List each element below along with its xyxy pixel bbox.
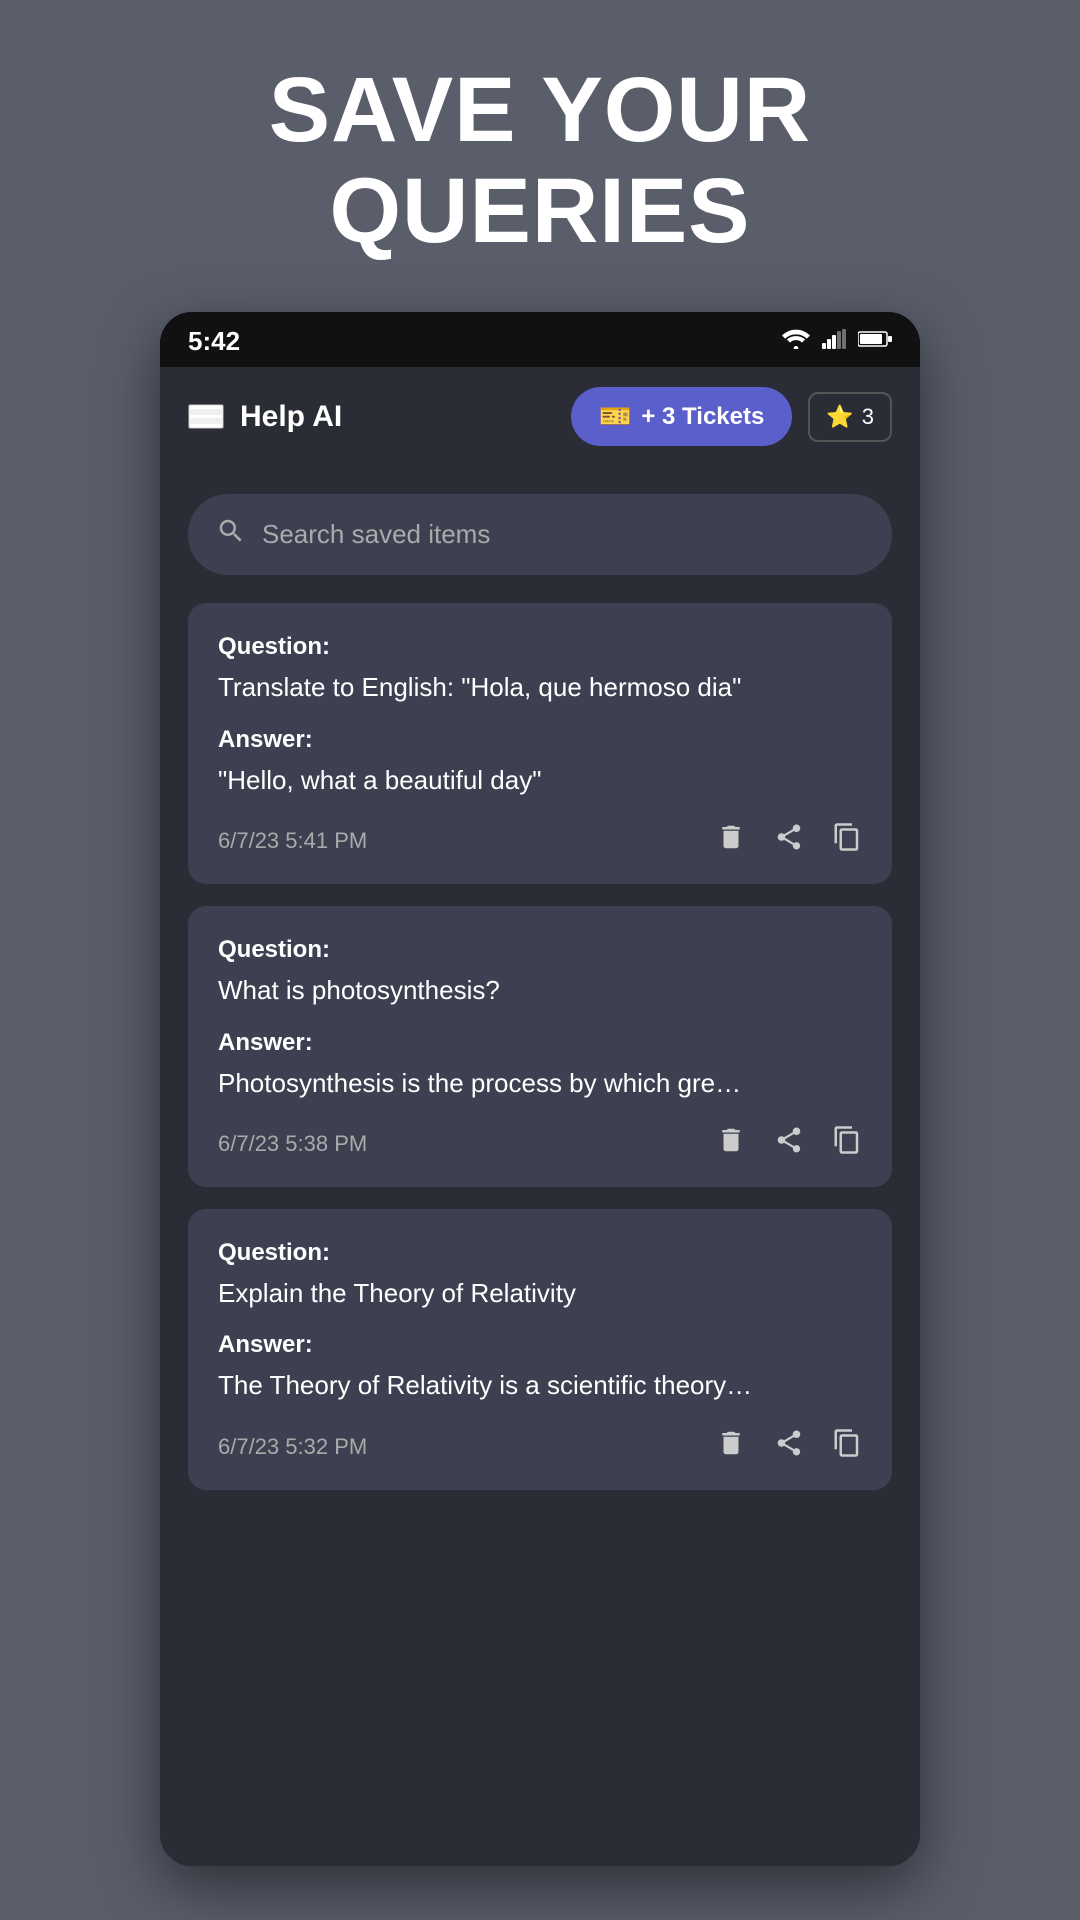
signal-icon bbox=[820, 329, 848, 354]
saved-item-card: Question: Explain the Theory of Relativi… bbox=[188, 1209, 892, 1490]
question-label: Question: bbox=[218, 936, 862, 964]
card-actions bbox=[716, 1428, 862, 1466]
phone-frame: 5:42 bbox=[160, 312, 920, 1866]
delete-button[interactable] bbox=[716, 1125, 746, 1163]
nav-bar: Help AI 🎫 + 3 Tickets ⭐ 3 bbox=[160, 367, 920, 466]
app-title: Help AI bbox=[240, 400, 555, 434]
main-content: Question: Translate to English: "Hola, q… bbox=[160, 466, 920, 1866]
answer-label: Answer: bbox=[218, 1331, 862, 1359]
ticket-icon: 🎫 bbox=[599, 401, 631, 432]
hamburger-menu-button[interactable] bbox=[188, 404, 224, 429]
status-bar: 5:42 bbox=[160, 312, 920, 367]
hero-title: SAVE YOUR QUERIES bbox=[189, 0, 891, 312]
share-button[interactable] bbox=[774, 822, 804, 860]
share-button[interactable] bbox=[774, 1428, 804, 1466]
copy-button[interactable] bbox=[832, 1428, 862, 1466]
card-timestamp: 6/7/23 5:41 PM bbox=[218, 828, 367, 854]
star-badge[interactable]: ⭐ 3 bbox=[808, 392, 892, 442]
answer-text: "Hello, what a beautiful day" bbox=[218, 762, 862, 798]
status-icons bbox=[782, 329, 892, 354]
answer-text: The Theory of Relativity is a scientific… bbox=[218, 1367, 862, 1403]
tickets-button[interactable]: 🎫 + 3 Tickets bbox=[571, 387, 792, 446]
card-footer: 6/7/23 5:32 PM bbox=[218, 1428, 862, 1466]
tickets-label: + 3 Tickets bbox=[641, 403, 764, 431]
question-text: What is photosynthesis? bbox=[218, 972, 862, 1008]
share-button[interactable] bbox=[774, 1125, 804, 1163]
answer-label: Answer: bbox=[218, 726, 862, 754]
search-input[interactable] bbox=[262, 519, 864, 550]
question-text: Translate to English: "Hola, que hermoso… bbox=[218, 669, 862, 705]
wifi-icon bbox=[782, 329, 810, 354]
answer-text: Photosynthesis is the process by which g… bbox=[218, 1065, 862, 1101]
delete-button[interactable] bbox=[716, 1428, 746, 1466]
search-icon bbox=[216, 516, 246, 553]
card-footer: 6/7/23 5:41 PM bbox=[218, 822, 862, 860]
answer-label: Answer: bbox=[218, 1029, 862, 1057]
star-icon: ⭐ bbox=[826, 404, 853, 430]
card-timestamp: 6/7/23 5:32 PM bbox=[218, 1434, 367, 1460]
card-footer: 6/7/23 5:38 PM bbox=[218, 1125, 862, 1163]
delete-button[interactable] bbox=[716, 822, 746, 860]
saved-item-card: Question: What is photosynthesis? Answer… bbox=[188, 906, 892, 1187]
battery-icon bbox=[858, 329, 892, 354]
question-label: Question: bbox=[218, 1239, 862, 1267]
card-actions bbox=[716, 822, 862, 860]
copy-button[interactable] bbox=[832, 822, 862, 860]
question-label: Question: bbox=[218, 633, 862, 661]
copy-button[interactable] bbox=[832, 1125, 862, 1163]
question-text: Explain the Theory of Relativity bbox=[218, 1275, 862, 1311]
card-timestamp: 6/7/23 5:38 PM bbox=[218, 1131, 367, 1157]
star-count: 3 bbox=[862, 404, 874, 430]
saved-item-card: Question: Translate to English: "Hola, q… bbox=[188, 603, 892, 884]
search-bar bbox=[188, 494, 892, 575]
card-actions bbox=[716, 1125, 862, 1163]
status-time: 5:42 bbox=[188, 326, 240, 357]
